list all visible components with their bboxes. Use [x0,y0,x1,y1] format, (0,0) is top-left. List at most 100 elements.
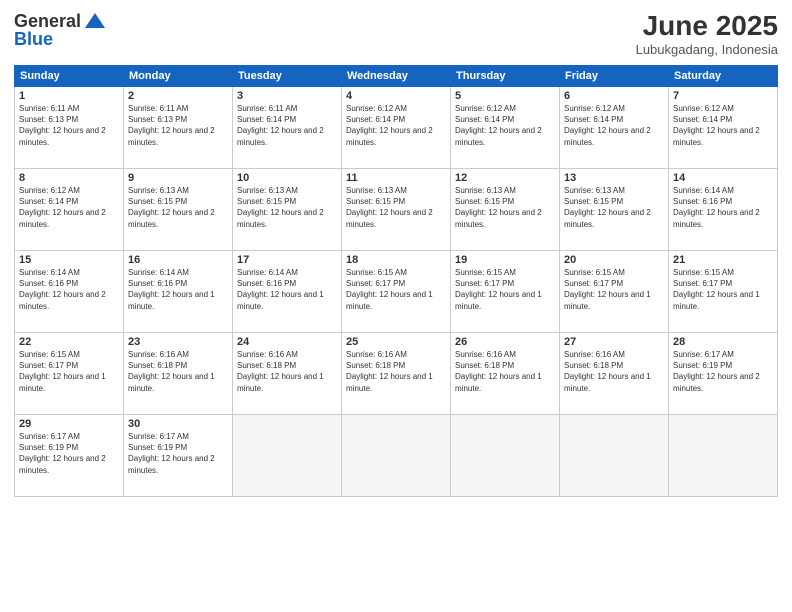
day-info: Sunrise: 6:16 AMSunset: 6:18 PMDaylight:… [128,349,228,394]
day-number: 3 [237,90,337,102]
day-info: Sunrise: 6:13 AMSunset: 6:15 PMDaylight:… [346,185,446,230]
calendar-cell [451,415,560,497]
day-number: 9 [128,172,228,184]
calendar-cell: 9 Sunrise: 6:13 AMSunset: 6:15 PMDayligh… [124,169,233,251]
day-info: Sunrise: 6:12 AMSunset: 6:14 PMDaylight:… [346,103,446,148]
day-info: Sunrise: 6:11 AMSunset: 6:13 PMDaylight:… [19,103,119,148]
logo: General Blue [14,10,107,50]
day-number: 11 [346,172,446,184]
calendar-cell: 20 Sunrise: 6:15 AMSunset: 6:17 PMDaylig… [560,251,669,333]
calendar-cell: 1 Sunrise: 6:11 AMSunset: 6:13 PMDayligh… [15,87,124,169]
header: General Blue June 2025 Lubukgadang, Indo… [14,10,778,57]
day-info: Sunrise: 6:15 AMSunset: 6:17 PMDaylight:… [564,267,664,312]
day-number: 12 [455,172,555,184]
day-info: Sunrise: 6:14 AMSunset: 6:16 PMDaylight:… [673,185,773,230]
day-number: 7 [673,90,773,102]
day-number: 25 [346,336,446,348]
calendar-cell [342,415,451,497]
day-number: 6 [564,90,664,102]
day-info: Sunrise: 6:13 AMSunset: 6:15 PMDaylight:… [128,185,228,230]
day-number: 30 [128,418,228,430]
day-number: 14 [673,172,773,184]
calendar-header-thursday: Thursday [451,66,560,87]
day-info: Sunrise: 6:14 AMSunset: 6:16 PMDaylight:… [237,267,337,312]
calendar-header-sunday: Sunday [15,66,124,87]
calendar-cell: 6 Sunrise: 6:12 AMSunset: 6:14 PMDayligh… [560,87,669,169]
logo-icon [83,10,107,34]
calendar-cell: 13 Sunrise: 6:13 AMSunset: 6:15 PMDaylig… [560,169,669,251]
day-number: 10 [237,172,337,184]
calendar-cell: 11 Sunrise: 6:13 AMSunset: 6:15 PMDaylig… [342,169,451,251]
day-number: 18 [346,254,446,266]
calendar-cell: 4 Sunrise: 6:12 AMSunset: 6:14 PMDayligh… [342,87,451,169]
day-info: Sunrise: 6:13 AMSunset: 6:15 PMDaylight:… [237,185,337,230]
calendar-header-monday: Monday [124,66,233,87]
day-number: 20 [564,254,664,266]
day-info: Sunrise: 6:15 AMSunset: 6:17 PMDaylight:… [19,349,119,394]
day-number: 26 [455,336,555,348]
calendar-cell: 15 Sunrise: 6:14 AMSunset: 6:16 PMDaylig… [15,251,124,333]
title-block: June 2025 Lubukgadang, Indonesia [636,10,778,57]
day-info: Sunrise: 6:12 AMSunset: 6:14 PMDaylight:… [19,185,119,230]
day-number: 15 [19,254,119,266]
calendar-cell: 5 Sunrise: 6:12 AMSunset: 6:14 PMDayligh… [451,87,560,169]
calendar-header-wednesday: Wednesday [342,66,451,87]
day-info: Sunrise: 6:14 AMSunset: 6:16 PMDaylight:… [128,267,228,312]
day-info: Sunrise: 6:15 AMSunset: 6:17 PMDaylight:… [346,267,446,312]
day-number: 27 [564,336,664,348]
day-info: Sunrise: 6:13 AMSunset: 6:15 PMDaylight:… [455,185,555,230]
title-location: Lubukgadang, Indonesia [636,42,778,57]
calendar-cell: 8 Sunrise: 6:12 AMSunset: 6:14 PMDayligh… [15,169,124,251]
calendar-cell: 23 Sunrise: 6:16 AMSunset: 6:18 PMDaylig… [124,333,233,415]
calendar-cell: 7 Sunrise: 6:12 AMSunset: 6:14 PMDayligh… [669,87,778,169]
day-info: Sunrise: 6:16 AMSunset: 6:18 PMDaylight:… [455,349,555,394]
day-info: Sunrise: 6:11 AMSunset: 6:14 PMDaylight:… [237,103,337,148]
calendar-cell: 19 Sunrise: 6:15 AMSunset: 6:17 PMDaylig… [451,251,560,333]
day-number: 1 [19,90,119,102]
calendar-header-row: SundayMondayTuesdayWednesdayThursdayFrid… [15,66,778,87]
calendar-cell: 27 Sunrise: 6:16 AMSunset: 6:18 PMDaylig… [560,333,669,415]
day-number: 24 [237,336,337,348]
day-info: Sunrise: 6:14 AMSunset: 6:16 PMDaylight:… [19,267,119,312]
day-number: 4 [346,90,446,102]
day-number: 5 [455,90,555,102]
day-info: Sunrise: 6:16 AMSunset: 6:18 PMDaylight:… [564,349,664,394]
day-info: Sunrise: 6:17 AMSunset: 6:19 PMDaylight:… [19,431,119,476]
calendar-cell: 10 Sunrise: 6:13 AMSunset: 6:15 PMDaylig… [233,169,342,251]
day-info: Sunrise: 6:12 AMSunset: 6:14 PMDaylight:… [564,103,664,148]
day-info: Sunrise: 6:16 AMSunset: 6:18 PMDaylight:… [237,349,337,394]
day-info: Sunrise: 6:17 AMSunset: 6:19 PMDaylight:… [673,349,773,394]
calendar-week-4: 22 Sunrise: 6:15 AMSunset: 6:17 PMDaylig… [15,333,778,415]
calendar-cell: 30 Sunrise: 6:17 AMSunset: 6:19 PMDaylig… [124,415,233,497]
calendar-cell [669,415,778,497]
day-number: 2 [128,90,228,102]
calendar-table: SundayMondayTuesdayWednesdayThursdayFrid… [14,65,778,497]
calendar-cell: 28 Sunrise: 6:17 AMSunset: 6:19 PMDaylig… [669,333,778,415]
calendar-cell: 16 Sunrise: 6:14 AMSunset: 6:16 PMDaylig… [124,251,233,333]
calendar-cell [233,415,342,497]
calendar-cell: 24 Sunrise: 6:16 AMSunset: 6:18 PMDaylig… [233,333,342,415]
day-number: 8 [19,172,119,184]
calendar-cell: 2 Sunrise: 6:11 AMSunset: 6:13 PMDayligh… [124,87,233,169]
calendar-cell: 25 Sunrise: 6:16 AMSunset: 6:18 PMDaylig… [342,333,451,415]
calendar-cell: 21 Sunrise: 6:15 AMSunset: 6:17 PMDaylig… [669,251,778,333]
day-info: Sunrise: 6:12 AMSunset: 6:14 PMDaylight:… [455,103,555,148]
calendar-cell: 17 Sunrise: 6:14 AMSunset: 6:16 PMDaylig… [233,251,342,333]
calendar-cell: 22 Sunrise: 6:15 AMSunset: 6:17 PMDaylig… [15,333,124,415]
calendar-week-5: 29 Sunrise: 6:17 AMSunset: 6:19 PMDaylig… [15,415,778,497]
calendar-cell: 14 Sunrise: 6:14 AMSunset: 6:16 PMDaylig… [669,169,778,251]
day-number: 23 [128,336,228,348]
calendar-week-3: 15 Sunrise: 6:14 AMSunset: 6:16 PMDaylig… [15,251,778,333]
day-info: Sunrise: 6:11 AMSunset: 6:13 PMDaylight:… [128,103,228,148]
day-info: Sunrise: 6:15 AMSunset: 6:17 PMDaylight:… [673,267,773,312]
day-number: 29 [19,418,119,430]
calendar-week-2: 8 Sunrise: 6:12 AMSunset: 6:14 PMDayligh… [15,169,778,251]
calendar-cell: 26 Sunrise: 6:16 AMSunset: 6:18 PMDaylig… [451,333,560,415]
day-info: Sunrise: 6:12 AMSunset: 6:14 PMDaylight:… [673,103,773,148]
day-number: 28 [673,336,773,348]
calendar-cell: 18 Sunrise: 6:15 AMSunset: 6:17 PMDaylig… [342,251,451,333]
day-number: 21 [673,254,773,266]
day-info: Sunrise: 6:15 AMSunset: 6:17 PMDaylight:… [455,267,555,312]
page: General Blue June 2025 Lubukgadang, Indo… [0,0,792,612]
calendar-cell [560,415,669,497]
